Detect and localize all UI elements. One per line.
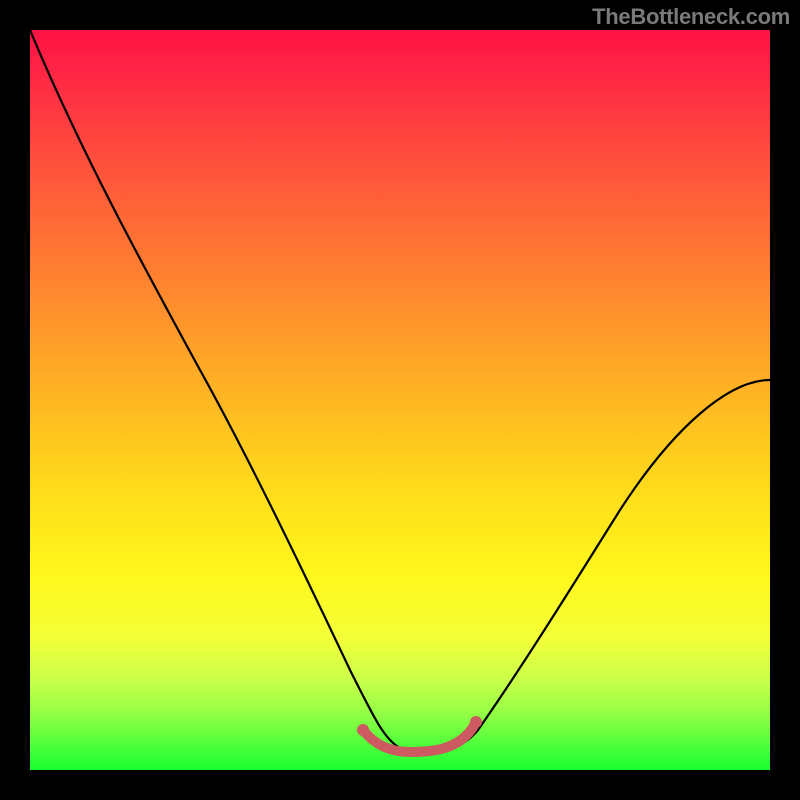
plot-area (30, 30, 770, 770)
main-curve (30, 30, 770, 751)
chart-frame: TheBottleneck.com (0, 0, 800, 800)
valley-dot-left (357, 724, 369, 736)
curve-overlay (30, 30, 770, 770)
valley-dot-right (470, 716, 482, 728)
watermark-text: TheBottleneck.com (592, 4, 790, 30)
